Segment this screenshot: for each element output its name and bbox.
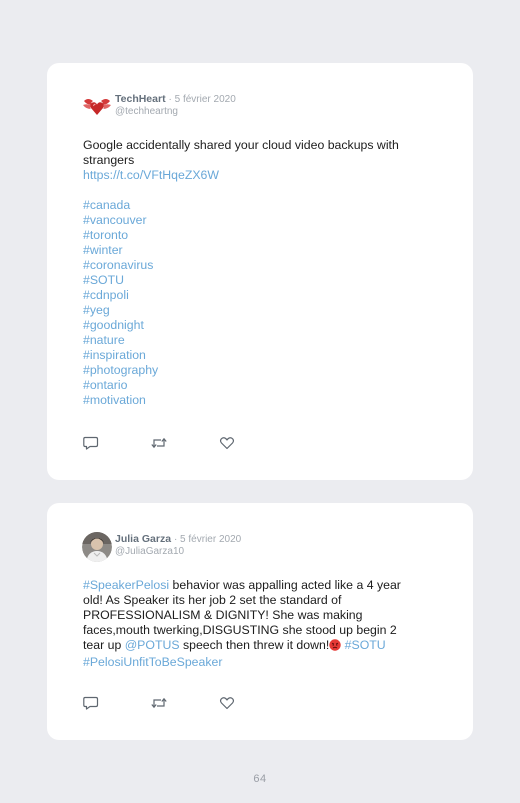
hashtag-link[interactable]: #nature — [83, 333, 443, 348]
hashtag-link[interactable]: #inspiration — [83, 348, 443, 363]
tweet-text-line: #SpeakerPelosi behavior was appalling ac… — [83, 578, 443, 593]
tweet-card: TechHeart · 5 février 2020 @techheartng … — [47, 63, 473, 480]
angry-face-emoji-icon — [329, 639, 341, 655]
hashtag-link[interactable]: #ontario — [83, 378, 443, 393]
author-name[interactable]: Julia Garza — [115, 533, 171, 545]
hashtag-link[interactable]: #SOTU — [341, 638, 386, 652]
hashtag-link[interactable]: #motivation — [83, 393, 443, 408]
hashtag-link[interactable]: #coronavirus — [83, 258, 443, 273]
hashtag-link[interactable]: #photography — [83, 363, 443, 378]
tweet-text: tear up — [83, 638, 125, 652]
tweet-text: speech then threw it down! — [179, 638, 330, 652]
hashtag-link[interactable]: #SpeakerPelosi — [83, 578, 169, 592]
tweet-body: Google accidentally shared your cloud vi… — [83, 138, 443, 408]
tweet-body: #SpeakerPelosi behavior was appalling ac… — [83, 578, 443, 670]
heart-wings-logo-icon[interactable] — [82, 93, 112, 123]
tweet-text-line: old! As Speaker its her job 2 set the st… — [83, 593, 342, 607]
hashtag-link[interactable]: #goodnight — [83, 318, 443, 333]
post-date: · 5 février 2020 — [173, 534, 242, 545]
heart-icon[interactable] — [219, 696, 235, 710]
heart-icon[interactable] — [219, 436, 235, 450]
author-name[interactable]: TechHeart — [115, 93, 166, 105]
author-line: Julia Garza · 5 février 2020 — [115, 533, 241, 545]
author-line: TechHeart · 5 février 2020 — [115, 93, 236, 105]
tweet-text-line: strangers — [83, 153, 135, 167]
hashtag-link[interactable]: #winter — [83, 243, 443, 258]
hashtag-link[interactable]: #vancouver — [83, 213, 443, 228]
hashtag-link[interactable]: #toronto — [83, 228, 443, 243]
hashtag-link[interactable]: #SOTU — [83, 273, 443, 288]
tweet-text-line: Google accidentally shared your cloud vi… — [83, 138, 399, 152]
author-handle[interactable]: @JuliaGarza10 — [115, 546, 184, 557]
tweet-card: Julia Garza · 5 février 2020 @JuliaGarza… — [47, 503, 473, 740]
hashtag-link[interactable]: #canada — [83, 198, 443, 213]
hashtag-link[interactable]: #cdnpoli — [83, 288, 443, 303]
retweet-icon[interactable] — [150, 696, 167, 710]
tweet-text-line: faces,mouth twerking,DISGUSTING she stoo… — [83, 623, 397, 637]
hashtag-link[interactable]: #PelosiUnfitToBeSpeaker — [83, 655, 443, 670]
reply-icon[interactable] — [83, 696, 99, 710]
tweet-text-line: tear up @POTUS speech then threw it down… — [83, 638, 443, 655]
reply-icon[interactable] — [83, 436, 99, 450]
avatar[interactable] — [82, 532, 112, 562]
hashtag-link[interactable]: #yeg — [83, 303, 443, 318]
tweet-link[interactable]: https://t.co/VFtHqeZX6W — [83, 168, 443, 183]
page-number: 64 — [253, 773, 267, 785]
tweet-text: behavior was appalling acted like a 4 ye… — [169, 578, 401, 592]
post-date: · 5 février 2020 — [168, 94, 236, 105]
tweet-text-line: PROFESSIONALISM & DIGNITY! She was makin… — [83, 608, 363, 622]
mention-link[interactable]: @POTUS — [125, 638, 180, 652]
retweet-icon[interactable] — [150, 436, 167, 450]
author-handle[interactable]: @techheartng — [115, 106, 178, 117]
